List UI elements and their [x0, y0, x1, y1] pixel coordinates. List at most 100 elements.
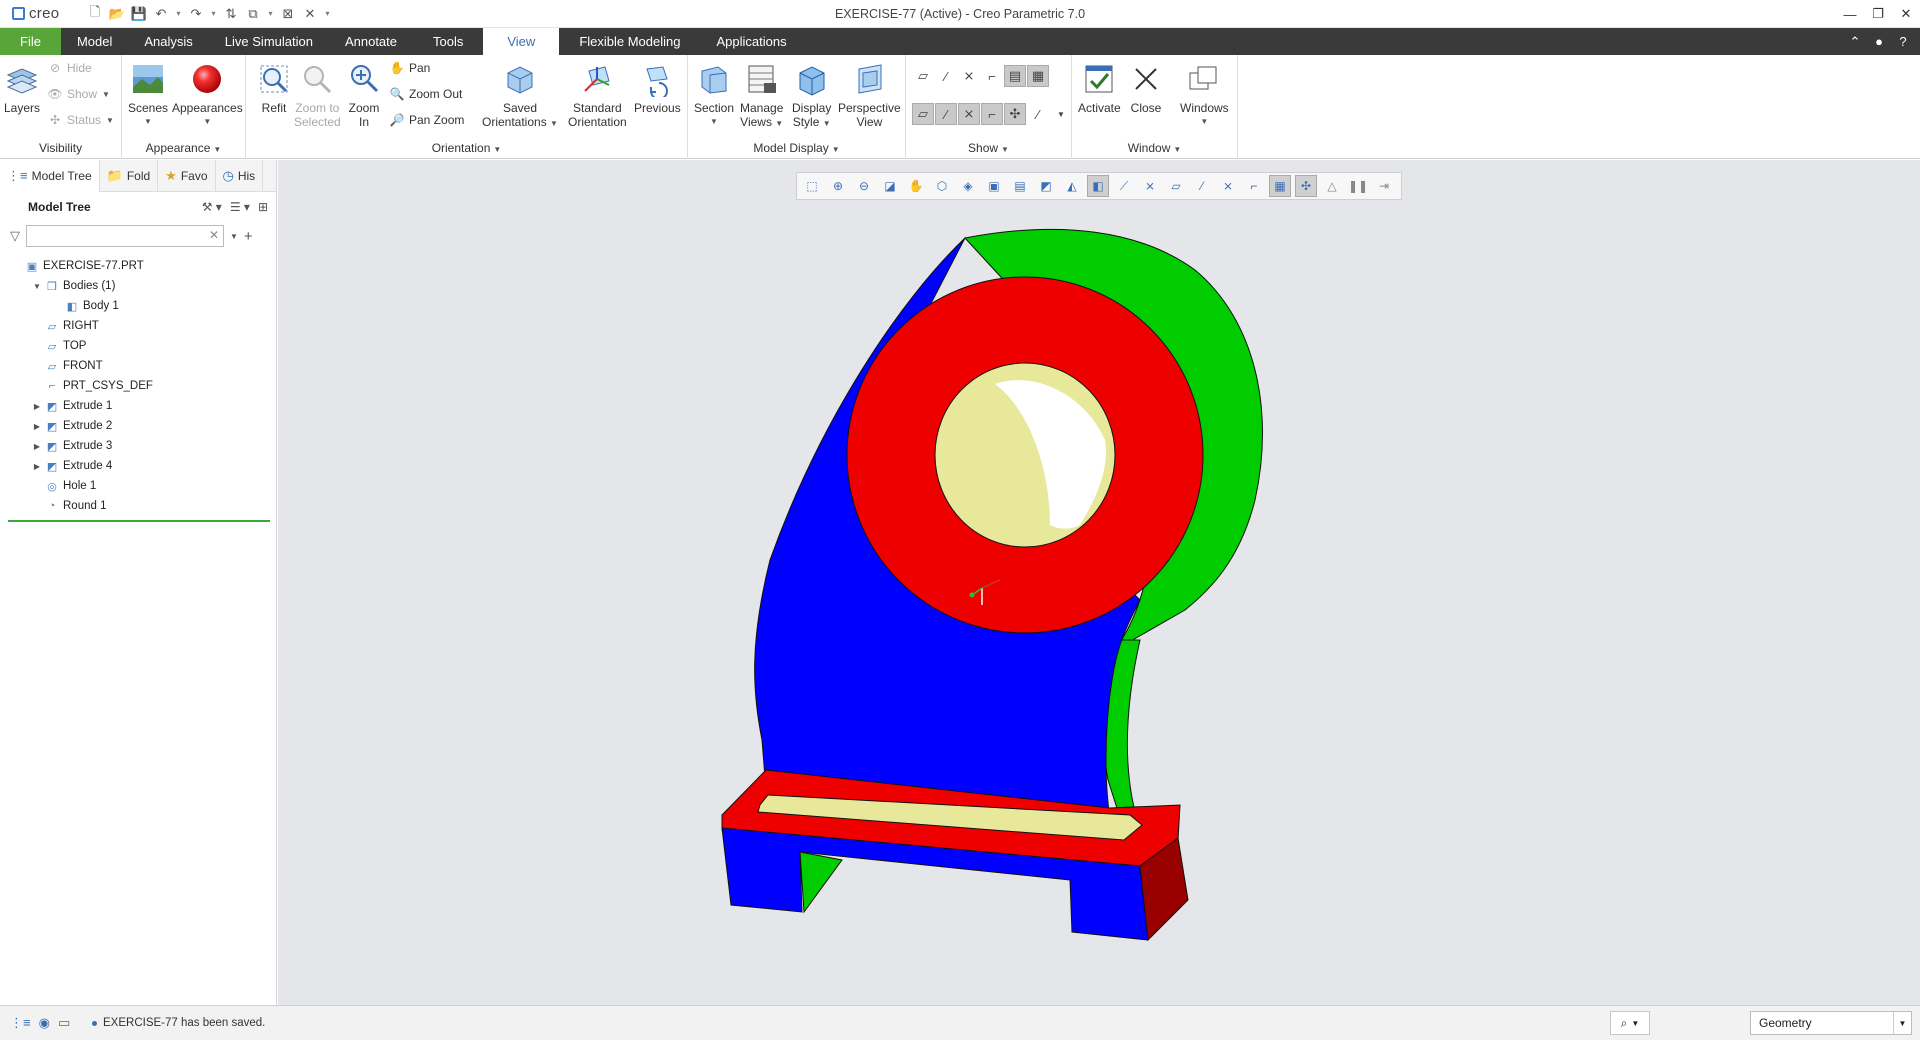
selection-filter-select[interactable]: Geometry ▼ — [1750, 1011, 1912, 1035]
plane-display-icon[interactable]: ▱ — [912, 65, 934, 87]
tab-analysis[interactable]: Analysis — [128, 28, 208, 55]
group-label-window[interactable]: Window ▼ — [1072, 141, 1237, 155]
collapse-ribbon-icon[interactable]: ⌃ — [1846, 34, 1864, 50]
save-icon[interactable]: 💾 — [130, 5, 148, 23]
zoom-out-button[interactable]: 🔍 Zoom Out — [390, 87, 463, 101]
axis-tag-display-icon[interactable]: ⁄ — [935, 103, 957, 125]
hide-button[interactable]: ⊘ Hide — [48, 61, 92, 75]
saved-orientations-button[interactable]: Saved Orientations ▼ — [482, 61, 558, 131]
tab-annotate[interactable]: Annotate — [329, 28, 413, 55]
previous-button[interactable]: Previous — [634, 61, 681, 115]
tree-item[interactable]: ◎ Hole 1 — [0, 476, 276, 496]
tree-item[interactable]: ▱ FRONT — [0, 356, 276, 376]
display-style-button[interactable]: Display Style ▼ — [792, 61, 831, 131]
tree-item[interactable]: ▱ TOP — [0, 336, 276, 356]
tag-display-icon[interactable]: ▦ — [1027, 65, 1049, 87]
tab-view[interactable]: View — [483, 28, 560, 55]
point-display-icon[interactable]: ⨯ — [958, 65, 980, 87]
search-dropdown-icon[interactable]: ▼ — [230, 232, 238, 241]
pan-zoom-button[interactable]: 🔎 Pan Zoom — [390, 113, 465, 127]
appearances-button[interactable]: Appearances ▼ — [172, 61, 243, 129]
refit-button[interactable]: Refit — [256, 61, 292, 115]
tree-columns-icon[interactable]: ☰ ▾ — [230, 200, 250, 214]
insert-indicator[interactable] — [8, 520, 270, 522]
tree-item[interactable]: ▼ ❒ Bodies (1) — [0, 276, 276, 296]
windows-button[interactable]: Windows ▼ — [1180, 61, 1229, 129]
tree-item[interactable]: ◔ Round 1 — [0, 496, 276, 516]
notification-icon[interactable]: ● — [1870, 34, 1888, 49]
tab-favorites[interactable]: ★ Favo — [158, 159, 216, 192]
close-icon[interactable]: ✕ — [301, 5, 319, 23]
tab-applications[interactable]: Applications — [700, 28, 802, 55]
tree-item[interactable]: ▶ ◩ Extrude 2 — [0, 416, 276, 436]
point-tag-display-icon[interactable]: ⨯ — [958, 103, 980, 125]
close-window-icon[interactable]: ⊠ — [279, 5, 297, 23]
tab-live-simulation[interactable]: Live Simulation — [209, 28, 329, 55]
scenes-button[interactable]: Scenes ▼ — [128, 61, 168, 129]
redo-dropdown-icon[interactable]: ▾ — [209, 5, 218, 23]
fullscreen-icon[interactable]: ▭ — [58, 1015, 70, 1031]
spin-center-display-icon[interactable]: ✣ — [1004, 103, 1026, 125]
tab-model-tree[interactable]: ⋮≡ Model Tree — [0, 159, 100, 192]
standard-orientation-button[interactable]: Standard Orientation — [568, 61, 627, 129]
activate-button[interactable]: Activate — [1078, 61, 1121, 115]
tab-model[interactable]: Model — [61, 28, 128, 55]
curve-display-icon[interactable]: ∕ — [1027, 103, 1049, 125]
annotation-display-icon[interactable]: ▤ — [1004, 65, 1026, 87]
tree-filter-settings-icon[interactable]: ⊞ — [258, 200, 268, 214]
filter-funnel-icon[interactable]: ▽ — [10, 228, 20, 244]
customize-qat-icon[interactable]: ▾ — [323, 5, 332, 23]
zoom-in-button[interactable]: Zoom In — [346, 61, 382, 129]
3d-model-viewport[interactable] — [278, 160, 1920, 1005]
tree-item[interactable]: ▣ EXERCISE-77.PRT — [0, 256, 276, 276]
tree-settings-icon[interactable]: ⚒ ▾ — [202, 200, 222, 214]
windows-icon[interactable]: ⧉ — [244, 5, 262, 23]
group-label-appearance[interactable]: Appearance ▼ — [122, 141, 245, 155]
layers-button[interactable]: Layers — [4, 61, 40, 115]
find-button[interactable]: ⌕ ▼ — [1610, 1011, 1650, 1035]
show-button[interactable]: 👁 Show ▼ — [47, 87, 110, 101]
tab-history[interactable]: ◷ His — [216, 159, 264, 192]
maximize-button[interactable]: ❐ — [1864, 0, 1892, 28]
tree-item[interactable]: ◧ Body 1 — [0, 296, 276, 316]
close-button[interactable]: Close — [1128, 61, 1164, 115]
undo-icon[interactable]: ↶ — [152, 5, 170, 23]
browser-icon[interactable]: ◉ — [39, 1015, 50, 1031]
group-label-orientation[interactable]: Orientation ▼ — [246, 141, 687, 155]
tree-item[interactable]: ▶ ◩ Extrude 1 — [0, 396, 276, 416]
tree-item[interactable]: ▶ ◩ Extrude 4 — [0, 456, 276, 476]
tree-item[interactable]: ⌐ PRT_CSYS_DEF — [0, 376, 276, 396]
axis-display-icon[interactable]: ⁄ — [935, 65, 957, 87]
tab-tools[interactable]: Tools — [413, 28, 483, 55]
tab-file[interactable]: File — [0, 28, 61, 55]
tree-item[interactable]: ▶ ◩ Extrude 3 — [0, 436, 276, 456]
expand-toggle-icon[interactable]: ▶ — [32, 442, 42, 451]
plane-tag-display-icon[interactable]: ▱ — [912, 103, 934, 125]
show-more-dropdown-icon[interactable]: ▼ — [1050, 103, 1072, 125]
tab-folder-browser[interactable]: 📁 Fold — [100, 159, 159, 192]
new-file-icon[interactable]: 🗋 — [86, 4, 104, 23]
tree-search-input[interactable]: ✕ — [26, 225, 224, 247]
windows-dropdown-icon[interactable]: ▾ — [266, 5, 275, 23]
undo-dropdown-icon[interactable]: ▾ — [174, 5, 183, 23]
regenerate-icon[interactable]: ⇅ — [222, 5, 240, 23]
expand-toggle-icon[interactable]: ▶ — [32, 462, 42, 471]
expand-toggle-icon[interactable]: ▶ — [32, 402, 42, 411]
status-button[interactable]: ✣ Status ▼ — [48, 113, 114, 127]
graphics-window[interactable]: ⬚ ⊕ ⊖ ◪ ✋ ⬡ ◈ ▣ ▤ ◩ ◭ ◧ ⟋ ⨯ ▱ ⁄ ⨯ ⌐ ▦ ✣ … — [278, 160, 1920, 1005]
open-folder-icon[interactable]: 📂 — [108, 5, 126, 23]
group-label-model-display[interactable]: Model Display ▼ — [688, 141, 905, 155]
tab-flexible-modeling[interactable]: Flexible Modeling — [559, 28, 700, 55]
pan-button[interactable]: ✋ Pan — [390, 61, 431, 75]
section-button[interactable]: Section ▼ — [694, 61, 734, 129]
help-icon[interactable]: ? — [1894, 34, 1912, 49]
minimize-button[interactable]: — — [1836, 0, 1864, 28]
clear-search-icon[interactable]: ✕ — [209, 228, 219, 242]
csys-tag-display-icon[interactable]: ⌐ — [981, 103, 1003, 125]
group-label-show[interactable]: Show ▼ — [906, 141, 1071, 155]
close-window-button[interactable]: ✕ — [1892, 0, 1920, 28]
tree-item[interactable]: ▱ RIGHT — [0, 316, 276, 336]
perspective-view-button[interactable]: Perspective View — [838, 61, 901, 129]
toggle-navigator-icon[interactable]: ⋮≡ — [10, 1015, 31, 1031]
expand-toggle-icon[interactable]: ▼ — [32, 282, 42, 291]
